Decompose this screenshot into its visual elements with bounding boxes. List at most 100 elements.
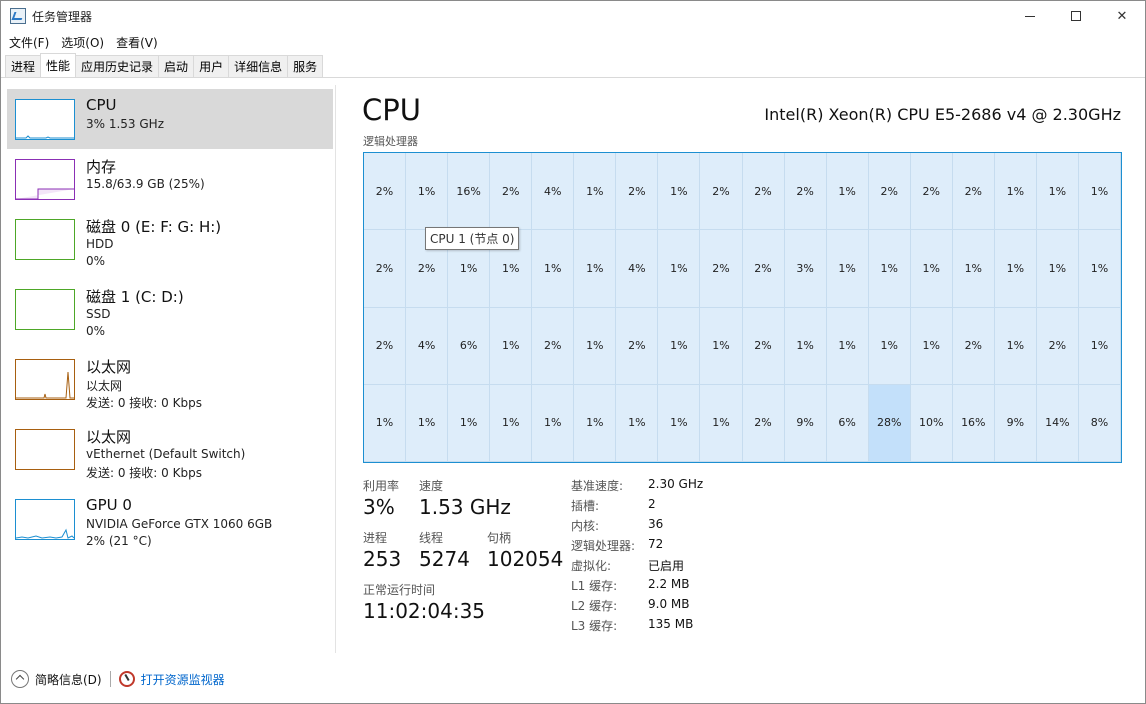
- logical-processor-cell[interactable]: 2%: [700, 153, 743, 231]
- logical-processor-cell[interactable]: 1%: [826, 307, 869, 385]
- menu-options[interactable]: 选项(O): [55, 34, 110, 51]
- logical-processor-cell[interactable]: 16%: [952, 384, 995, 462]
- logical-processor-cell[interactable]: 2%: [490, 153, 533, 231]
- sidebar-item-usage: 0%: [86, 324, 106, 338]
- logical-processor-cell[interactable]: 2%: [700, 230, 743, 308]
- tab-services[interactable]: 服务: [287, 55, 324, 77]
- logical-processor-cell[interactable]: 2%: [364, 153, 407, 231]
- sidebar-item-cpu[interactable]: CPU 3% 1.53 GHz: [7, 89, 333, 149]
- open-resource-monitor-link[interactable]: 打开资源监视器: [141, 671, 225, 688]
- logical-processor-cell[interactable]: 2%: [616, 153, 659, 231]
- sidebar-item-memory[interactable]: 内存 15.8/63.9 GB (25%): [7, 149, 333, 209]
- sidebar-item-gpu0[interactable]: GPU 0 NVIDIA GeForce GTX 1060 6GB 2% (21…: [7, 489, 333, 549]
- logical-processor-cell[interactable]: 3%: [784, 230, 827, 308]
- logical-processor-cell[interactable]: 1%: [658, 230, 701, 308]
- logical-processor-cell[interactable]: 10%: [910, 384, 953, 462]
- logical-processor-cell[interactable]: 1%: [1078, 153, 1121, 231]
- logical-processor-cell[interactable]: 2%: [742, 384, 785, 462]
- logical-processor-cell[interactable]: 1%: [784, 307, 827, 385]
- fewer-details-button[interactable]: 简略信息(D): [35, 671, 102, 688]
- logical-processor-cell[interactable]: 8%: [1078, 384, 1121, 462]
- logical-processor-cell[interactable]: 2%: [742, 153, 785, 231]
- logical-processor-cell[interactable]: 1%: [1036, 153, 1079, 231]
- sidebar-item-ethernet-1[interactable]: 以太网 以太网 发送: 0 接收: 0 Kbps: [7, 349, 333, 410]
- menu-view[interactable]: 查看(V): [110, 34, 164, 51]
- logical-processor-cell[interactable]: 2%: [868, 153, 911, 231]
- logical-processor-cell[interactable]: 9%: [784, 384, 827, 462]
- fewer-details-icon[interactable]: [11, 670, 29, 688]
- sidebar-item-detail: NVIDIA GeForce GTX 1060 6GB: [86, 517, 273, 531]
- logical-processor-cell[interactable]: 1%: [364, 384, 407, 462]
- tab-users[interactable]: 用户: [193, 55, 230, 77]
- tab-app-history[interactable]: 应用历史记录: [75, 55, 160, 77]
- logical-processor-cell[interactable]: 2%: [616, 307, 659, 385]
- logical-processor-cell[interactable]: 1%: [826, 153, 869, 231]
- logical-processor-cell[interactable]: 1%: [658, 153, 701, 231]
- logical-processor-cell[interactable]: 2%: [784, 153, 827, 231]
- logical-processor-cell[interactable]: 1%: [532, 384, 575, 462]
- minimize-button[interactable]: [1007, 1, 1053, 31]
- logical-processor-cell[interactable]: 6%: [448, 307, 491, 385]
- sidebar-item-disk0[interactable]: 磁盘 0 (E: F: G: H:) HDD 0%: [7, 209, 333, 269]
- logical-processor-cell[interactable]: 1%: [700, 384, 743, 462]
- logical-processor-cell[interactable]: 1%: [910, 307, 953, 385]
- footer-divider: [109, 671, 111, 687]
- menu-file[interactable]: 文件(F): [3, 34, 55, 51]
- logical-processor-cell[interactable]: 1%: [1078, 307, 1121, 385]
- logical-processor-cell[interactable]: 6%: [826, 384, 869, 462]
- sidebar-item-detail: vEthernet (Default Switch): [86, 447, 246, 461]
- logical-processor-cell[interactable]: 2%: [742, 307, 785, 385]
- spec-l3-cache: L3 缓存: 135 MB: [571, 617, 693, 634]
- tab-details[interactable]: 详细信息: [228, 55, 289, 77]
- logical-processor-cell[interactable]: 1%: [868, 230, 911, 308]
- logical-processor-cell[interactable]: 2%: [910, 153, 953, 231]
- tab-performance[interactable]: 性能: [40, 53, 77, 77]
- logical-processor-cell[interactable]: 1%: [826, 230, 869, 308]
- logical-processor-cell[interactable]: 1%: [574, 384, 617, 462]
- logical-processor-cell[interactable]: 1%: [490, 384, 533, 462]
- logical-processor-cell[interactable]: 2%: [1036, 307, 1079, 385]
- logical-processor-cell[interactable]: 1%: [1078, 230, 1121, 308]
- logical-processor-cell[interactable]: 16%: [448, 153, 491, 231]
- logical-processor-cell[interactable]: 1%: [532, 230, 575, 308]
- logical-processor-cell[interactable]: 14%: [1036, 384, 1079, 462]
- logical-processor-cell[interactable]: 28%: [868, 384, 911, 462]
- logical-processor-cell[interactable]: 2%: [364, 230, 407, 308]
- maximize-button[interactable]: [1053, 1, 1099, 31]
- tab-startup[interactable]: 启动: [158, 55, 195, 77]
- logical-processor-cell[interactable]: 1%: [574, 307, 617, 385]
- logical-processor-cell[interactable]: 2%: [742, 230, 785, 308]
- logical-processor-cell[interactable]: 1%: [616, 384, 659, 462]
- logical-processor-cell[interactable]: 1%: [1036, 230, 1079, 308]
- logical-processor-cell[interactable]: 1%: [994, 230, 1037, 308]
- resource-sidebar: CPU 3% 1.53 GHz 内存 15.8/63.9 GB (25%) 磁盘…: [1, 85, 336, 653]
- logical-processor-cell[interactable]: 1%: [574, 230, 617, 308]
- sidebar-item-disk1[interactable]: 磁盘 1 (C: D:) SSD 0%: [7, 279, 333, 339]
- tab-bar: 进程 性能 应用历史记录 启动 用户 详细信息 服务: [5, 53, 324, 77]
- logical-processor-cell[interactable]: 2%: [952, 307, 995, 385]
- logical-processor-cell[interactable]: 1%: [658, 384, 701, 462]
- logical-processor-cell[interactable]: 4%: [616, 230, 659, 308]
- logical-processor-cell[interactable]: 1%: [994, 307, 1037, 385]
- close-button[interactable]: ✕: [1099, 1, 1145, 31]
- logical-processor-cell[interactable]: 1%: [952, 230, 995, 308]
- sidebar-item-ethernet-2[interactable]: 以太网 vEthernet (Default Switch) 发送: 0 接收:…: [7, 419, 333, 480]
- logical-processor-cell[interactable]: 1%: [406, 384, 449, 462]
- logical-processor-cell[interactable]: 1%: [406, 153, 449, 231]
- logical-processor-cell[interactable]: 1%: [910, 230, 953, 308]
- logical-processor-cell[interactable]: 1%: [868, 307, 911, 385]
- spec-value: 2: [648, 497, 656, 511]
- logical-processor-cell[interactable]: 1%: [574, 153, 617, 231]
- logical-processor-cell[interactable]: 4%: [532, 153, 575, 231]
- logical-processor-cell[interactable]: 2%: [952, 153, 995, 231]
- logical-processor-cell[interactable]: 1%: [700, 307, 743, 385]
- logical-processor-cell[interactable]: 9%: [994, 384, 1037, 462]
- logical-processor-cell[interactable]: 1%: [658, 307, 701, 385]
- logical-processor-cell[interactable]: 2%: [532, 307, 575, 385]
- tab-processes[interactable]: 进程: [5, 55, 42, 77]
- logical-processor-cell[interactable]: 4%: [406, 307, 449, 385]
- logical-processor-cell[interactable]: 1%: [448, 384, 491, 462]
- logical-processor-cell[interactable]: 2%: [364, 307, 407, 385]
- logical-processor-cell[interactable]: 1%: [994, 153, 1037, 231]
- logical-processor-cell[interactable]: 1%: [490, 307, 533, 385]
